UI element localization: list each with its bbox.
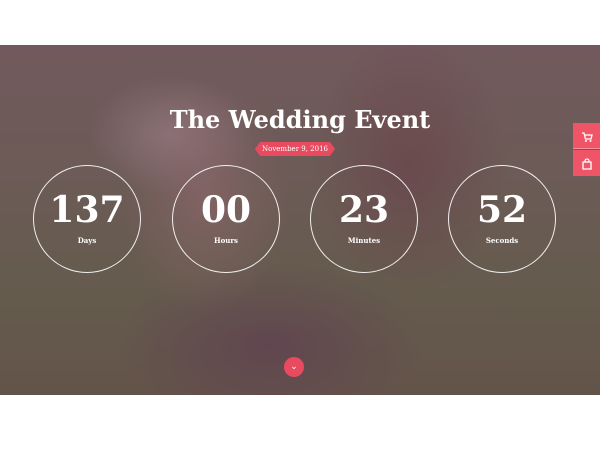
shopping-bag-icon bbox=[581, 157, 592, 170]
hero-section: The Wedding Event November 9, 2016 137 D… bbox=[0, 45, 600, 395]
countdown-seconds-label: Seconds bbox=[485, 236, 519, 245]
hero-title: The Wedding Event bbox=[169, 105, 431, 134]
countdown-minutes: 23 Minutes bbox=[310, 165, 418, 273]
countdown-seconds: 52 Seconds bbox=[448, 165, 556, 273]
countdown-days: 137 Days bbox=[33, 165, 141, 273]
countdown-minutes-label: Minutes bbox=[347, 236, 381, 245]
scroll-down-button[interactable]: ⌄ bbox=[284, 357, 304, 377]
chevron-down-icon: ⌄ bbox=[290, 362, 298, 372]
countdown-days-value: 137 bbox=[49, 189, 125, 231]
event-date-ribbon: November 9, 2016 bbox=[255, 142, 335, 156]
countdown-hours: 00 Hours bbox=[172, 165, 280, 273]
cart-button[interactable] bbox=[573, 123, 600, 149]
countdown-days-label: Days bbox=[77, 236, 97, 245]
shopping-cart-icon bbox=[581, 131, 593, 142]
countdown-hours-value: 00 bbox=[200, 189, 252, 231]
countdown-minutes-value: 23 bbox=[338, 189, 390, 231]
bag-button[interactable] bbox=[573, 150, 600, 176]
countdown-hours-label: Hours bbox=[213, 236, 238, 245]
countdown-seconds-value: 52 bbox=[476, 189, 528, 231]
